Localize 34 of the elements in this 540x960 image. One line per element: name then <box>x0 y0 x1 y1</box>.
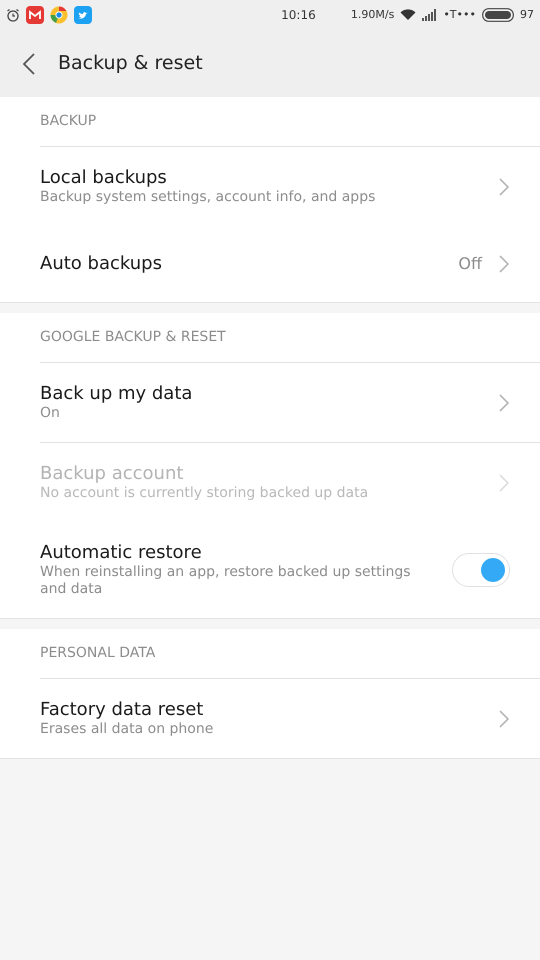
carrier-indicator: •T••• <box>443 6 476 23</box>
signal-icon <box>422 9 438 21</box>
setting-subtitle: Erases all data on phone <box>40 721 214 738</box>
alarm-clock-icon <box>6 8 20 22</box>
back-button[interactable] <box>22 52 36 74</box>
toggle-switch[interactable] <box>452 553 510 587</box>
setting-title: Factory data reset <box>40 699 204 721</box>
chevron-right-icon <box>498 472 510 492</box>
wifi-icon <box>400 9 416 21</box>
setting-title: Automatic restore <box>40 542 203 564</box>
setting-title: Backup account <box>40 463 184 485</box>
chevron-right-icon <box>498 254 510 274</box>
setting-value: Off <box>458 253 482 275</box>
chevron-right-icon <box>498 392 510 412</box>
chevron-right-icon <box>498 176 510 196</box>
section-header: PERSONAL DATA <box>40 644 156 663</box>
setting-subtitle: When reinstalling an app, restore backed up settings and data <box>40 564 412 598</box>
mail-app-icon <box>26 6 44 24</box>
battery-percent: 97 <box>520 6 534 23</box>
section-header: GOOGLE BACKUP & RESET <box>40 328 226 347</box>
chevron-right-icon <box>498 708 510 728</box>
setting-subtitle: On <box>40 405 61 422</box>
clock-time: 10:16 <box>280 7 317 24</box>
network-speed: 1.90M/s <box>350 6 394 23</box>
section-header: BACKUP <box>40 112 96 131</box>
setting-title: Back up my data <box>40 383 194 405</box>
setting-title: Auto backups <box>40 253 163 275</box>
setting-subtitle: Backup system settings, account info, and apps <box>40 189 376 206</box>
page-title: Backup & reset <box>58 51 203 76</box>
battery-icon <box>482 8 514 22</box>
browser-app-icon <box>50 6 68 24</box>
setting-title: Local backups <box>40 167 168 189</box>
bird-app-icon <box>74 6 92 24</box>
setting-subtitle: No account is currently storing backed up data <box>40 485 370 502</box>
